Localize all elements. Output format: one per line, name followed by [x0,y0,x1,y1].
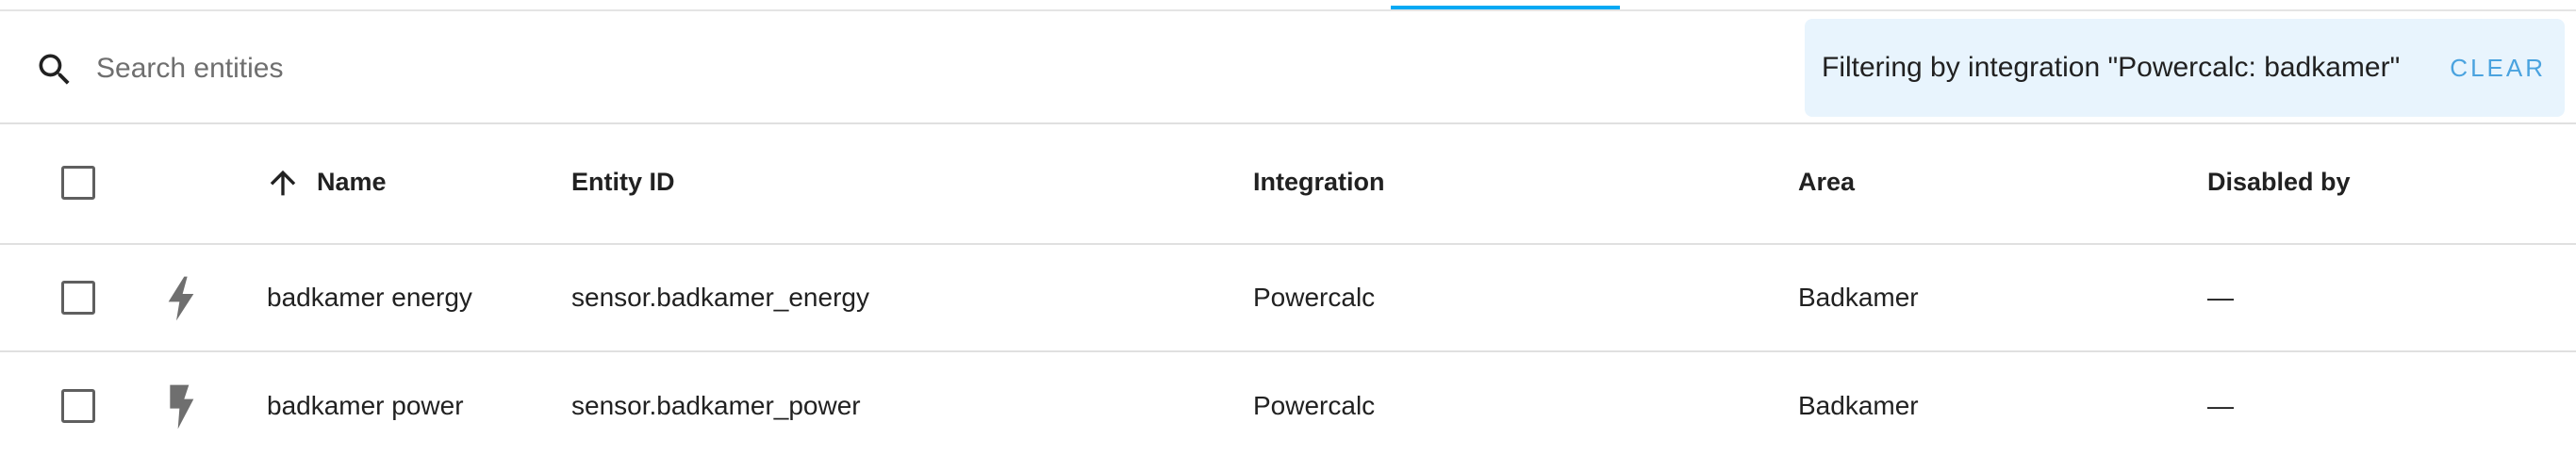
select-all-checkbox[interactable] [61,166,95,200]
row-integration: Powercalc [1253,283,1376,312]
lightning-bolt-icon [168,276,194,321]
filter-description: Filtering by integration "Powercalc: bad… [1822,52,2401,83]
column-header-name[interactable]: Name [317,168,387,197]
row-disabled-by: — [2207,391,2234,420]
row-disabled-by: — [2207,283,2234,312]
row-area: Badkamer [1798,391,1919,420]
column-header-entity-id[interactable]: Entity ID [571,168,675,197]
flash-icon [170,384,194,430]
table-header: Name Entity ID Integration Area Disabled… [0,124,2576,245]
row-entity-id: sensor.badkamer_power [571,391,861,420]
search-icon [39,54,70,85]
active-filter-chip: Filtering by integration "Powercalc: bad… [1805,19,2565,117]
row-name: badkamer power [267,391,464,420]
row-integration: Powercalc [1253,391,1376,420]
search-bar: Filtering by integration "Powercalc: bad… [0,11,2576,124]
column-header-integration[interactable]: Integration [1253,168,1385,197]
row-name: badkamer energy [267,283,472,312]
row-checkbox[interactable] [61,281,95,315]
search-input[interactable] [94,41,1701,96]
active-tab-indicator [1391,6,1620,9]
clear-filter-button[interactable]: CLEAR [2435,46,2546,90]
table-row[interactable]: badkamer power sensor.badkamer_power Pow… [0,353,2576,461]
column-header-disabled-by[interactable]: Disabled by [2207,168,2351,197]
column-header-area[interactable]: Area [1798,168,1855,197]
sort-ascending-icon[interactable] [264,162,302,203]
row-area: Badkamer [1798,283,1919,312]
table-row[interactable]: badkamer energy sensor.badkamer_energy P… [0,245,2576,352]
row-entity-id: sensor.badkamer_energy [571,283,869,312]
row-checkbox[interactable] [61,389,95,423]
